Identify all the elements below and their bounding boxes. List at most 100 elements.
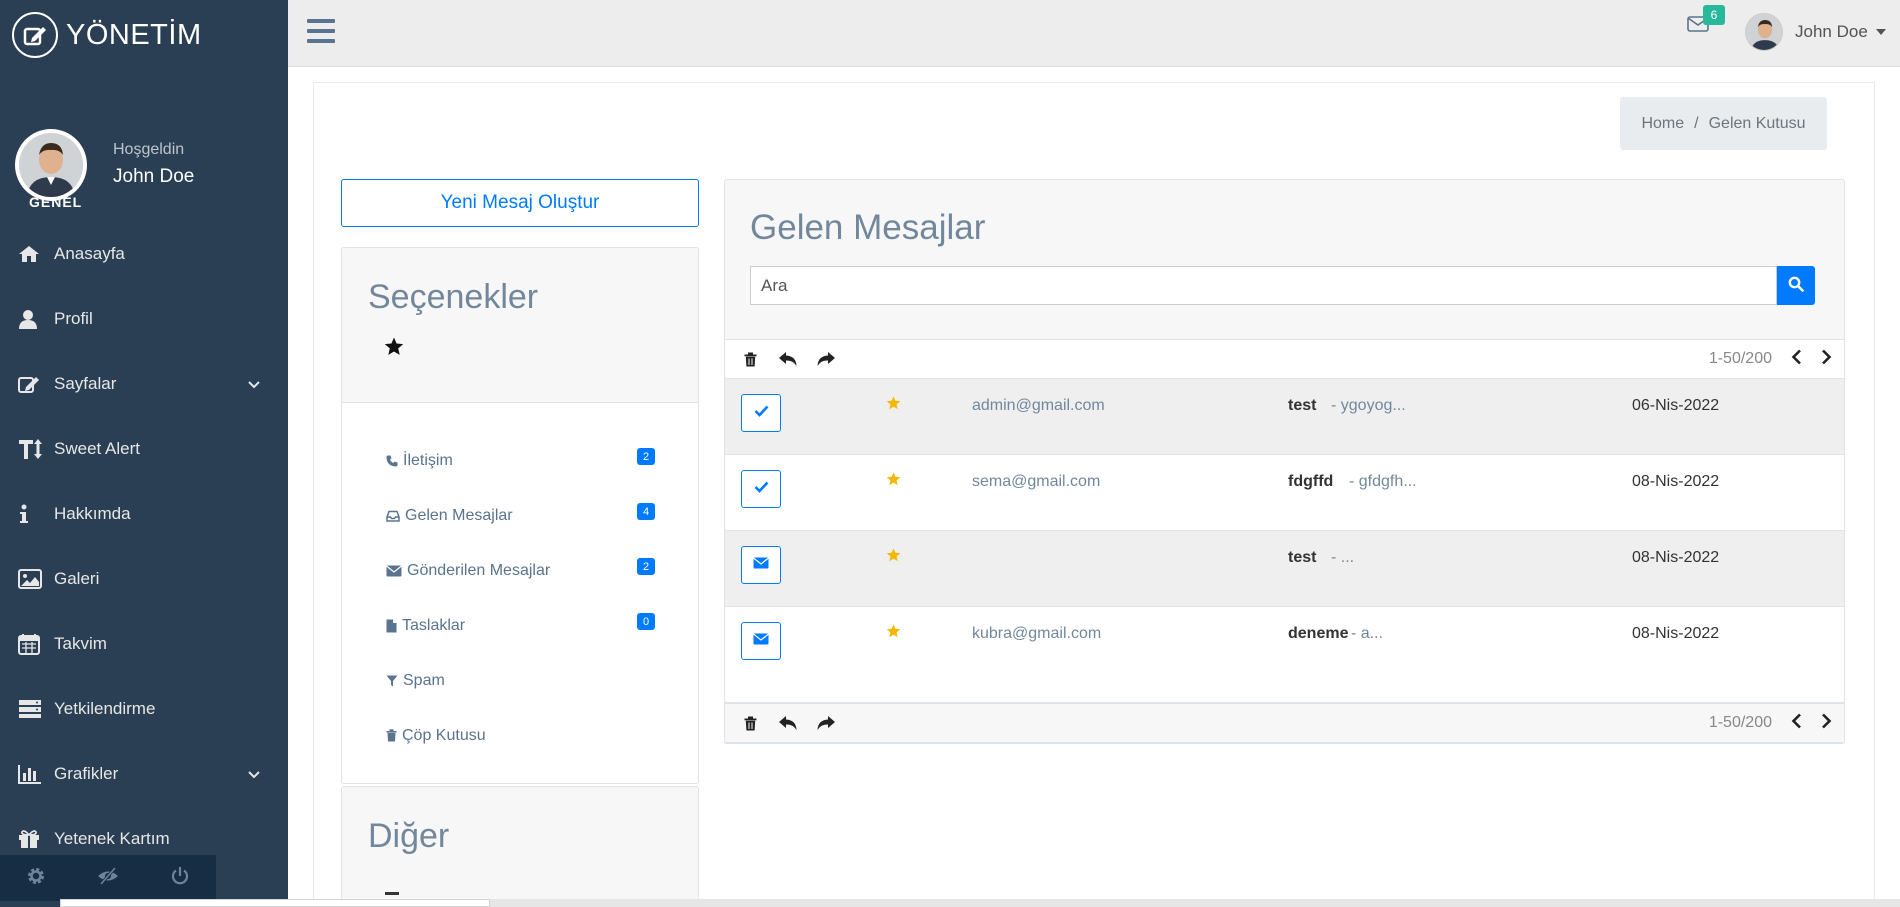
message-row[interactable]: kubra@gmail.com deneme - a... 08-Nis-202… (725, 607, 1844, 703)
reply-button[interactable] (775, 715, 801, 731)
star-icon[interactable] (886, 472, 901, 491)
folder-gelen-mesajlar[interactable]: Gelen Mesajlar 4 (342, 488, 698, 543)
brand[interactable]: YÖNETİM (0, 0, 288, 70)
message-subject: deneme (1288, 625, 1349, 642)
star-icon[interactable] (886, 396, 901, 415)
brand-edit-icon (12, 12, 58, 58)
menu-toggle-button[interactable] (307, 18, 335, 49)
message-row[interactable]: admin@gmail.com test - ygoyog... 06-Nis-… (725, 379, 1844, 455)
sidebar-item-grafikler[interactable]: Grafikler (0, 741, 288, 806)
chevron-right-icon[interactable] (1821, 349, 1832, 370)
chevron-down-icon (248, 374, 260, 394)
user-name: John Doe (1795, 22, 1868, 41)
folder-gonderilen-mesajlar[interactable]: Gönderilen Mesajlar 2 (342, 543, 698, 598)
power-icon (170, 866, 190, 891)
chevron-left-icon[interactable] (1791, 713, 1802, 734)
pager-text: 1-50/200 (1708, 714, 1772, 731)
message-excerpt: - gfdgfh... (1349, 473, 1417, 490)
message-row[interactable]: sema@gmail.com fdgffd - gfdgfh... 08-Nis… (725, 455, 1844, 531)
server-icon (18, 699, 52, 719)
folder-label: Gönderilen Mesajlar (407, 561, 551, 579)
filter-icon (386, 675, 398, 687)
sidebar-footer (0, 855, 216, 901)
sidebar-item-label: Grafikler (54, 763, 119, 783)
brand-title: YÖNETİM (66, 18, 202, 51)
other-card: Diğer (341, 786, 699, 907)
delete-button[interactable] (737, 716, 763, 731)
message-subject: test (1288, 397, 1317, 414)
scrollbar-thumb[interactable] (60, 899, 490, 907)
folder-label: Spam (403, 671, 445, 689)
message-excerpt: - ... (1331, 549, 1355, 566)
search-bar (750, 266, 1815, 305)
folder-spam[interactable]: Spam (342, 653, 698, 708)
sidebar-item-galeri[interactable]: Galeri (0, 546, 288, 611)
sidebar: YÖNETİM Hoşgeldin John Doe GENEL Anasayf… (0, 0, 288, 907)
star-icon[interactable] (886, 624, 901, 643)
folder-count-badge: 0 (637, 613, 655, 630)
sidebar-item-sayfalar[interactable]: Sayfalar (0, 351, 288, 416)
sidebar-item-yetkilendirme[interactable]: Yetkilendirme (0, 676, 288, 741)
reply-button[interactable] (775, 351, 801, 367)
message-checkbox[interactable] (741, 622, 781, 660)
envelope-icon (386, 565, 402, 577)
breadcrumb: Home / Gelen Kutusu (1620, 97, 1827, 150)
sidebar-item-anasayfa[interactable]: Anasayfa (0, 221, 288, 286)
options-title: Seçenekler (368, 278, 539, 316)
notification-badge: 6 (1703, 5, 1725, 25)
sidebar-item-label: Yetkilendirme (54, 698, 156, 718)
star-icon[interactable] (886, 548, 901, 567)
sidebar-item-label: Sayfalar (54, 373, 117, 393)
check-icon (754, 404, 769, 422)
message-date: 08-Nis-2022 (1632, 625, 1720, 642)
topbar: 6 John Doe (288, 0, 1900, 67)
message-checkbox[interactable] (741, 394, 781, 432)
folder-taslaklar[interactable]: Taslaklar 0 (342, 598, 698, 653)
gear-icon (26, 866, 46, 891)
breadcrumb-separator: / (1694, 114, 1699, 132)
sidebar-item-hakkimda[interactable]: Hakkımda (0, 481, 288, 546)
compose-message-button[interactable]: Yeni Mesaj Oluştur (341, 179, 699, 227)
text-height-icon (18, 438, 52, 460)
folder-iletisim[interactable]: İletişim 2 (342, 433, 698, 488)
breadcrumb-home[interactable]: Home (1641, 115, 1684, 133)
delete-button[interactable] (737, 352, 763, 367)
chevron-down-icon (248, 764, 260, 784)
message-checkbox[interactable] (741, 470, 781, 508)
message-sender: admin@gmail.com (972, 397, 1105, 414)
message-checkbox[interactable] (741, 546, 781, 584)
search-input[interactable] (750, 266, 1778, 305)
folder-cop-kutusu[interactable]: Çöp Kutusu (342, 708, 698, 763)
star-icon[interactable] (384, 337, 698, 361)
calendar-icon (18, 633, 52, 655)
folder-label: Taslaklar (402, 616, 466, 634)
user-icon (18, 309, 52, 329)
sidebar-item-profil[interactable]: Profil (0, 286, 288, 351)
message-subject: test (1288, 549, 1317, 566)
message-row[interactable]: test - ... 08-Nis-2022 (725, 531, 1844, 607)
user-menu[interactable]: John Doe (1745, 13, 1886, 51)
bar-chart-icon (18, 764, 52, 784)
inbox-icon (386, 510, 400, 522)
inbox-card: Gelen Mesajlar 1-50/200 admin@gmail.com … (724, 179, 1845, 744)
sidebar-item-label: Takvim (54, 633, 107, 653)
sidebar-item-sweet-alert[interactable]: Sweet Alert (0, 416, 288, 481)
section-title: GENEL (29, 194, 83, 210)
sidebar-item-label: Sweet Alert (54, 438, 140, 458)
trash-icon (386, 729, 397, 742)
settings-button[interactable] (0, 855, 72, 901)
info-icon (18, 504, 52, 524)
chevron-left-icon[interactable] (1791, 349, 1802, 370)
fullscreen-button[interactable] (72, 855, 144, 901)
forward-button[interactable] (813, 715, 839, 731)
logout-button[interactable] (144, 855, 216, 901)
sidebar-item-label: Profil (54, 308, 93, 328)
folder-label: Gelen Mesajlar (405, 506, 513, 524)
sidebar-item-takvim[interactable]: Takvim (0, 611, 288, 676)
horizontal-scrollbar[interactable] (60, 899, 1900, 907)
caret-down-icon (1875, 29, 1886, 35)
forward-button[interactable] (813, 351, 839, 367)
chevron-right-icon[interactable] (1821, 713, 1832, 734)
search-button[interactable] (1777, 266, 1815, 305)
breadcrumb-current: Gelen Kutusu (1708, 114, 1806, 132)
